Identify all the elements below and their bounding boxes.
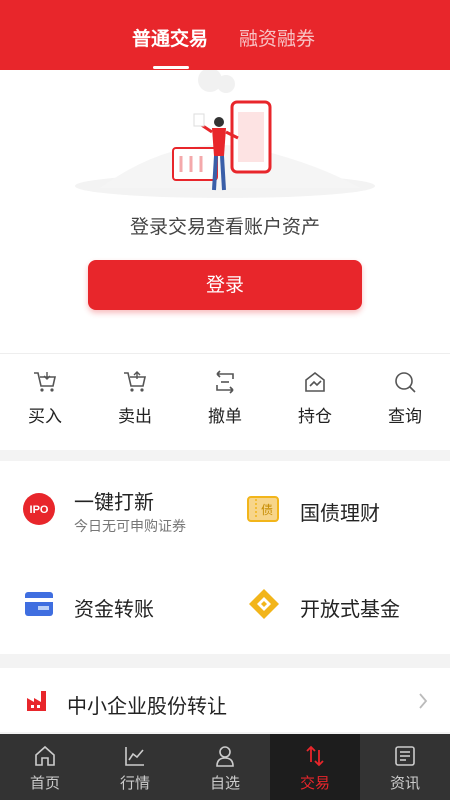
nav-watchlist-label: 自选 [209,774,240,792]
ipo-icon: IPO [23,493,55,525]
transfer-title: 资金转账 [74,597,154,621]
nav-trade-label: 交易 [299,774,330,792]
open-fund-item[interactable]: 开放式基金 [225,557,450,654]
market-icon [125,747,144,766]
fund-diamond-icon [249,589,279,619]
sell-button[interactable]: 卖出 [95,370,175,440]
query-button[interactable]: 查询 [365,370,445,440]
ipo-title: 一键打新 [74,490,154,514]
sme-share-transfer-row[interactable]: 中小企业股份转让 [0,668,450,732]
bond-badge-text: 债 [261,503,273,517]
nav-watchlist[interactable]: 自选 [180,734,270,800]
bottom-nav: 首页 行情 自选 交易 资讯 [0,734,450,800]
cart-in-icon [34,372,56,392]
header: 普通交易 融资融券 [0,0,450,70]
query-icon [395,372,416,393]
nav-trade[interactable]: 交易 [270,734,360,800]
bond-ticket-icon: 债 [247,496,279,522]
holdings-label: 持仓 [298,407,332,427]
factory-icon [27,691,46,711]
cart-out-icon [124,371,146,392]
query-label: 查询 [388,407,422,427]
home-icon [35,745,55,766]
sell-label: 卖出 [118,407,152,427]
cancel-order-button[interactable]: 撤单 [185,370,265,440]
ipo-badge-text: IPO [30,504,49,516]
tab-normal-trading[interactable]: 普通交易 [132,24,208,51]
holdings-button[interactable]: 持仓 [275,370,355,440]
news-icon [395,746,415,766]
trading-illustration [75,70,375,198]
fund-title: 开放式基金 [300,597,400,621]
holdings-icon [305,371,325,392]
ipo-subtitle: 今日无可申购证券 [74,519,186,535]
nav-news-label: 资讯 [389,774,420,792]
sme-title: 中小企业股份转让 [67,694,227,718]
fund-transfer-item[interactable]: 资金转账 [0,557,225,654]
nav-market[interactable]: 行情 [90,734,180,800]
ipo-subscribe-item[interactable]: IPO 一键打新 今日无可申购证券 [0,461,225,557]
nav-home[interactable]: 首页 [0,734,90,800]
treasury-bond-item[interactable]: 债 国债理财 [225,461,450,557]
login-panel: 登录交易查看账户资产 登录 买入 卖出 撤单 持仓 查询 [0,70,450,450]
transfer-card-icon [25,592,53,616]
nav-market-label: 行情 [119,774,150,792]
tab-margin-trading[interactable]: 融资融券 [239,24,315,51]
trade-icon [306,745,324,767]
services-grid: IPO 一键打新 今日无可申购证券 债 国债理财 资金转账 开放式基金 [0,461,450,654]
buy-button[interactable]: 买入 [5,370,85,440]
bond-title: 国债理财 [300,501,380,525]
active-tab-indicator [153,66,189,69]
buy-label: 买入 [28,407,62,427]
nav-news[interactable]: 资讯 [360,734,450,800]
nav-home-label: 首页 [29,774,60,792]
chevron-right-icon [419,693,428,709]
watchlist-icon [216,746,234,767]
cancel-order-label: 撤单 [208,407,242,427]
login-button[interactable]: 登录 [88,260,362,310]
cancel-order-icon [216,370,234,394]
login-prompt: 登录交易查看账户资产 [129,216,320,238]
divider [0,353,450,354]
